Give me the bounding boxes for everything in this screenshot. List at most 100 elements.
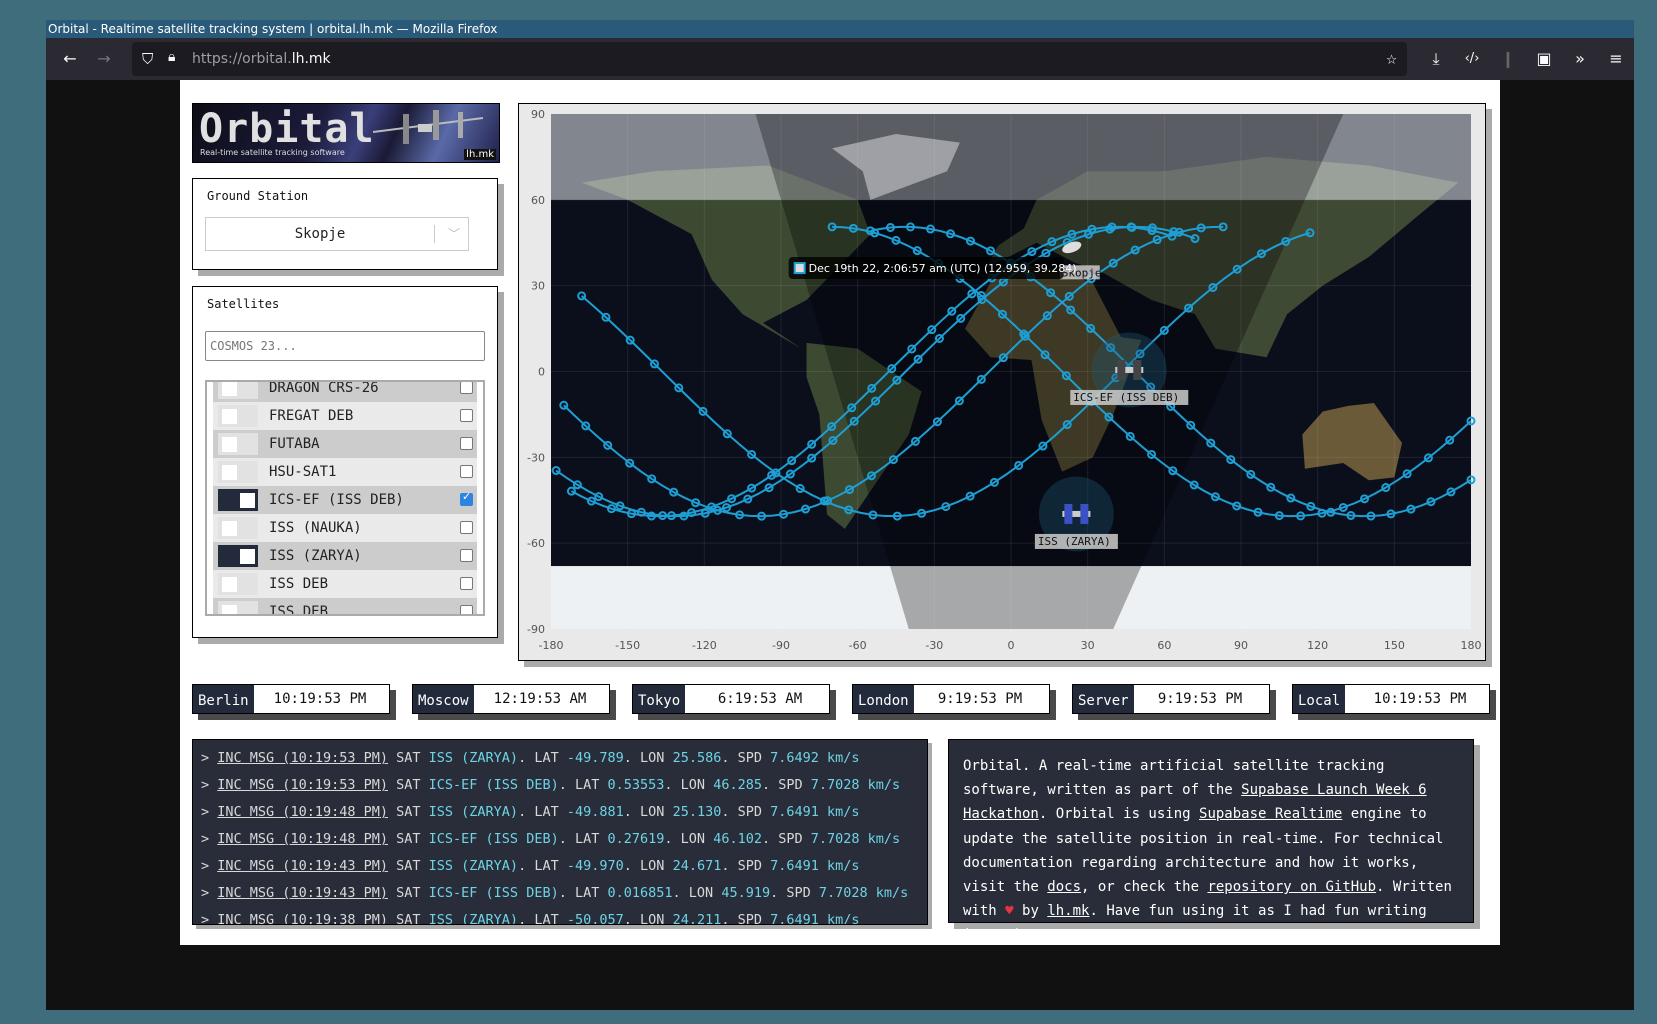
visibility-toggle[interactable] [218, 573, 258, 595]
clock-tokyo: Tokyo 6:19:53 AM [632, 684, 830, 714]
log-lat: -50.057 [566, 912, 624, 925]
log-msg-link[interactable]: INC MSG (10:19:38 PM) [217, 912, 388, 924]
track-checkbox[interactable] [460, 577, 473, 590]
y-tick-label: -90 [527, 623, 545, 636]
log-time: 10:19:53 PM [290, 750, 380, 766]
log-entry: > INC MSG (10:19:38 PM) SAT ISS (ZARYA).… [201, 912, 860, 925]
log-spd: 7.6492 km/s [770, 750, 860, 766]
world-map[interactable]: SkopjeICS-EF (ISS DEB)ISS (ZARYA)Dec 19t… [519, 104, 1485, 660]
select-separator [434, 225, 435, 243]
log-msg-link[interactable]: INC MSG (10:19:48 PM) [217, 804, 388, 820]
log-inc: INC MSG [217, 804, 275, 820]
log-label: LAT [534, 858, 559, 874]
orbital-logo[interactable]: Orbital Real-time satellite tracking sof… [192, 103, 500, 163]
satellite-name: ISS DEB [269, 576, 329, 592]
log-msg-link[interactable]: INC MSG (10:19:48 PM) [217, 831, 388, 847]
track-checkbox[interactable] [460, 382, 473, 394]
log-lon: 46.285 [713, 777, 762, 793]
log-lon: 45.919 [721, 885, 771, 901]
satellite-row[interactable]: DRAGON CRS-26 [213, 382, 477, 402]
log-msg-link[interactable]: INC MSG (10:19:53 PM) [217, 750, 388, 766]
github-link[interactable]: repository on GitHub [1207, 879, 1376, 895]
solar-panel-icon [1064, 503, 1073, 524]
menu-icon[interactable]: ≡ [1604, 47, 1628, 71]
log-msg-link[interactable]: INC MSG (10:19:53 PM) [217, 777, 388, 793]
satellites-panel: Satellites DRAGON CRS-26 FREGAT DEB FUTABA… [192, 286, 498, 638]
satellite-row[interactable]: FREGAT DEB [213, 402, 477, 430]
track-checkbox[interactable] [460, 437, 473, 450]
visibility-toggle[interactable] [218, 382, 258, 399]
chevron-down-icon[interactable]: ﹀ [444, 218, 464, 250]
log-label: LAT [574, 777, 600, 793]
track-checkbox[interactable] [460, 521, 473, 534]
log-prompt: > [201, 912, 218, 925]
bookmark-star-icon[interactable]: ☆ [1386, 48, 1397, 69]
download-icon[interactable]: ⤓ [1424, 47, 1448, 71]
message-log[interactable]: > INC MSG (10:19:53 PM) SAT ISS (ZARYA).… [192, 739, 928, 925]
satellite-row[interactable]: ISS (ZARYA) [213, 542, 477, 570]
log-sat: ICS-EF (ISS DEB) [428, 777, 559, 793]
log-prompt: > [201, 777, 218, 793]
log-label: LON [640, 804, 665, 820]
visibility-toggle[interactable] [218, 545, 258, 567]
track-checkbox[interactable] [460, 605, 473, 614]
log-label: SAT [396, 858, 421, 874]
log-inc: INC MSG [217, 777, 275, 793]
back-button[interactable]: ← [58, 47, 82, 71]
author-link[interactable]: lh.mk [1047, 903, 1089, 919]
log-label: LAT [534, 912, 559, 925]
log-label: SAT [396, 804, 421, 820]
clock-city: Berlin [193, 685, 254, 713]
satellite-row[interactable]: ISS DEB [213, 598, 477, 616]
visibility-toggle[interactable] [218, 601, 258, 614]
lock-icon[interactable]: 🔒︎ [168, 49, 175, 65]
visibility-toggle[interactable] [218, 489, 258, 511]
toggle-knob [240, 549, 255, 564]
satellites-title: Satellites [207, 297, 280, 311]
ground-station-select[interactable]: Skopje ﹀ [205, 217, 469, 251]
dev-tools-icon[interactable]: ‹/› [1460, 47, 1484, 71]
satellite-list[interactable]: DRAGON CRS-26 FREGAT DEB FUTABA HSU-SAT1 ICS… [205, 380, 485, 616]
track-checkbox[interactable] [460, 490, 473, 506]
x-tick-label: 0 [1008, 639, 1015, 652]
track-checkbox[interactable] [460, 409, 473, 422]
track-checkbox[interactable] [460, 549, 473, 562]
extension-sock-icon[interactable]: ❙ [1496, 47, 1520, 71]
log-label: LAT [534, 750, 559, 766]
x-tick-label: 150 [1384, 639, 1405, 652]
forward-button[interactable]: → [92, 47, 116, 71]
logo-badge: lh.mk [464, 149, 496, 160]
docs-link[interactable]: docs [1047, 879, 1081, 895]
clock-time: 6:19:53 AM [717, 691, 803, 707]
overflow-icon[interactable]: » [1568, 47, 1592, 71]
log-msg-link[interactable]: INC MSG (10:19:43 PM) [217, 885, 388, 901]
log-label: LAT [574, 831, 600, 847]
track-checkbox[interactable] [460, 465, 473, 478]
log-entry: > INC MSG (10:19:43 PM) SAT ISS (ZARYA).… [201, 858, 860, 874]
visibility-toggle[interactable] [218, 517, 258, 539]
extension-box-icon[interactable]: ▣ [1532, 47, 1556, 71]
satellite-row[interactable]: FUTABA [213, 430, 477, 458]
shield-icon[interactable]: ⛉ [142, 50, 153, 68]
visibility-toggle[interactable] [218, 433, 258, 455]
log-msg-link[interactable]: INC MSG (10:19:43 PM) [217, 858, 388, 874]
log-label: SPD [786, 885, 811, 901]
satellite-row[interactable]: ISS DEB [213, 570, 477, 598]
log-label: LON [640, 858, 665, 874]
clock-city: Moscow [413, 685, 474, 713]
satellite-row[interactable]: ISS (NAUKA) [213, 514, 477, 542]
satellite-name: ISS DEB [269, 604, 329, 616]
supabase-realtime-link[interactable]: Supabase Realtime [1199, 806, 1342, 822]
visibility-toggle[interactable] [218, 461, 258, 483]
clock-time: 12:19:53 AM [493, 691, 587, 707]
url-bar[interactable]: ⛉ 🔒︎ https://orbital.lh.mk ☆ [132, 42, 1407, 76]
url-text[interactable]: https://orbital.lh.mk [192, 42, 331, 76]
toggle-knob [222, 605, 237, 614]
satellite-row[interactable]: ICS-EF (ISS DEB) [213, 486, 477, 514]
log-label: SPD [737, 804, 762, 820]
satellite-search-input[interactable] [205, 331, 485, 361]
satellite-row[interactable]: HSU-SAT1 [213, 458, 477, 486]
visibility-toggle[interactable] [218, 405, 258, 427]
log-spd: 7.7028 km/s [818, 885, 909, 901]
orbital-app: Orbital Real-time satellite tracking sof… [180, 80, 1500, 945]
